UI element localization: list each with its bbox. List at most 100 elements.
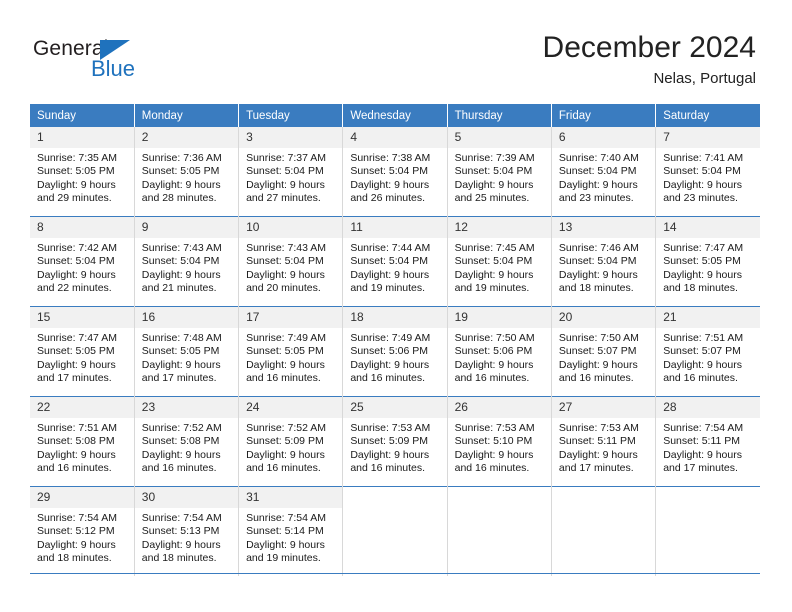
calendar-day-cell[interactable]: 4 Sunrise: 7:38 AM Sunset: 5:04 PM Daylight… [342, 127, 448, 217]
calendar-day-cell[interactable]: 21 Sunrise: 7:51 AM Sunset: 5:07 PM Dayligh… [655, 306, 760, 397]
sunset-text: Sunset: 5:09 PM [350, 435, 428, 448]
calendar-week-row: 22 Sunrise: 7:51 AM Sunset: 5:08 PM Dayligh… [30, 396, 760, 487]
calendar-day-cell[interactable]: 13 Sunrise: 7:46 AM Sunset: 5:04 PM Dayligh… [551, 216, 657, 307]
day-details: Sunrise: 7:47 AM Sunset: 5:05 PM Daylight:… [30, 328, 134, 385]
sunset-text: Sunset: 5:04 PM [350, 165, 428, 178]
calendar-day-cell-empty [551, 486, 657, 576]
daylight-text-line2: and 16 minutes. [246, 461, 321, 474]
calendar-day-cell[interactable]: 28 Sunrise: 7:54 AM Sunset: 5:11 PM Dayligh… [655, 396, 760, 487]
day-number: 6 [551, 127, 656, 148]
daylight-text-line2: and 18 minutes. [558, 281, 634, 294]
calendar-day-cell[interactable]: 11 Sunrise: 7:44 AM Sunset: 5:04 PM Dayligh… [342, 216, 448, 307]
daylight-text-line2: and 16 minutes. [350, 371, 426, 384]
calendar-day-cell[interactable]: 20 Sunrise: 7:50 AM Sunset: 5:07 PM Dayligh… [551, 306, 657, 397]
day-number: 22 [30, 397, 134, 418]
calendar-day-cell[interactable]: 15 Sunrise: 7:47 AM Sunset: 5:05 PM Dayligh… [30, 306, 135, 397]
calendar-day-cell[interactable]: 17 Sunrise: 7:49 AM Sunset: 5:05 PM Dayligh… [238, 306, 344, 397]
sunrise-text: Sunrise: 7:41 AM [663, 152, 744, 164]
calendar-day-cell[interactable]: 19 Sunrise: 7:50 AM Sunset: 5:06 PM Dayligh… [447, 306, 552, 397]
weekday-header-wednesday: Wednesday [342, 104, 448, 127]
day-number [343, 487, 447, 508]
calendar-day-cell[interactable]: 3 Sunrise: 7:37 AM Sunset: 5:04 PM Daylight… [238, 127, 344, 217]
daylight-text-line1: Daylight: 9 hours [246, 358, 325, 371]
daylight-text-line2: and 20 minutes. [246, 281, 321, 294]
daylight-text-line1: Daylight: 9 hours [663, 178, 742, 191]
calendar-day-cell[interactable]: 27 Sunrise: 7:53 AM Sunset: 5:11 PM Dayligh… [551, 396, 657, 487]
calendar-day-cell[interactable]: 14 Sunrise: 7:47 AM Sunset: 5:05 PM Dayligh… [655, 216, 760, 307]
calendar-day-cell[interactable]: 29 Sunrise: 7:54 AM Sunset: 5:12 PM Dayligh… [30, 486, 135, 576]
sunrise-text: Sunrise: 7:52 AM [246, 422, 327, 434]
calendar-day-cell[interactable]: 18 Sunrise: 7:49 AM Sunset: 5:06 PM Dayligh… [342, 306, 448, 397]
calendar-day-cell[interactable]: 26 Sunrise: 7:53 AM Sunset: 5:10 PM Dayligh… [447, 396, 552, 487]
sunset-text: Sunset: 5:05 PM [246, 345, 324, 358]
day-details: Sunrise: 7:51 AM Sunset: 5:08 PM Daylight:… [30, 418, 134, 475]
daylight-text-line1: Daylight: 9 hours [141, 448, 221, 461]
weekday-header-sunday: Sunday [30, 104, 135, 127]
calendar-day-cell[interactable]: 5 Sunrise: 7:39 AM Sunset: 5:04 PM Daylight… [447, 127, 552, 217]
daylight-text-line2: and 17 minutes. [663, 461, 738, 474]
daylight-text-line1: Daylight: 9 hours [454, 178, 534, 191]
sunset-text: Sunset: 5:08 PM [141, 435, 220, 448]
day-number: 28 [656, 397, 760, 418]
sunset-text: Sunset: 5:04 PM [350, 255, 428, 268]
calendar-day-cell[interactable]: 9 Sunrise: 7:43 AM Sunset: 5:04 PM Daylight… [134, 216, 240, 307]
general-blue-logo: General Blue [33, 37, 233, 85]
sunset-text: Sunset: 5:04 PM [246, 255, 324, 268]
daylight-text-line1: Daylight: 9 hours [454, 268, 534, 281]
sunrise-text: Sunrise: 7:43 AM [246, 242, 327, 254]
daylight-text-line2: and 17 minutes. [141, 371, 217, 384]
weekday-header-saturday: Saturday [655, 104, 760, 127]
day-number: 19 [447, 307, 551, 328]
daylight-text-line2: and 23 minutes. [558, 191, 634, 204]
calendar-day-cell[interactable]: 6 Sunrise: 7:40 AM Sunset: 5:04 PM Daylight… [551, 127, 657, 217]
day-details: Sunrise: 7:39 AM Sunset: 5:04 PM Daylight:… [448, 148, 551, 205]
day-number: 10 [239, 217, 343, 238]
day-details: Sunrise: 7:52 AM Sunset: 5:09 PM Daylight:… [239, 418, 342, 475]
daylight-text-line1: Daylight: 9 hours [37, 538, 116, 551]
sunrise-text: Sunrise: 7:53 AM [454, 422, 535, 434]
daylight-text-line1: Daylight: 9 hours [558, 268, 638, 281]
sunrise-text: Sunrise: 7:51 AM [663, 332, 744, 344]
sunset-text: Sunset: 5:04 PM [37, 255, 115, 268]
daylight-text-line1: Daylight: 9 hours [246, 178, 325, 191]
day-details: Sunrise: 7:38 AM Sunset: 5:04 PM Daylight:… [343, 148, 446, 205]
sunrise-text: Sunrise: 7:40 AM [558, 152, 639, 164]
sunrise-text: Sunrise: 7:47 AM [663, 242, 744, 254]
daylight-text-line2: and 16 minutes. [663, 371, 738, 384]
logo-text-blue: Blue [91, 56, 136, 81]
day-number: 5 [447, 127, 551, 148]
sunset-text: Sunset: 5:07 PM [663, 345, 741, 358]
day-number [656, 487, 760, 508]
calendar-day-cell[interactable]: 2 Sunrise: 7:36 AM Sunset: 5:05 PM Daylight… [134, 127, 240, 217]
daylight-text-line1: Daylight: 9 hours [246, 268, 325, 281]
calendar-day-cell[interactable]: 7 Sunrise: 7:41 AM Sunset: 5:04 PM Daylight… [655, 127, 760, 217]
day-details: Sunrise: 7:54 AM Sunset: 5:11 PM Daylight:… [656, 418, 760, 475]
calendar-day-cell[interactable]: 25 Sunrise: 7:53 AM Sunset: 5:09 PM Dayligh… [342, 396, 448, 487]
calendar-day-cell[interactable]: 12 Sunrise: 7:45 AM Sunset: 5:04 PM Dayligh… [447, 216, 552, 307]
calendar-day-cell[interactable]: 22 Sunrise: 7:51 AM Sunset: 5:08 PM Dayligh… [30, 396, 135, 487]
day-details: Sunrise: 7:41 AM Sunset: 5:04 PM Daylight:… [656, 148, 760, 205]
calendar-day-cell[interactable]: 10 Sunrise: 7:43 AM Sunset: 5:04 PM Dayligh… [238, 216, 344, 307]
sunrise-text: Sunrise: 7:49 AM [350, 332, 431, 344]
day-details: Sunrise: 7:49 AM Sunset: 5:06 PM Daylight:… [343, 328, 446, 385]
sunrise-text: Sunrise: 7:45 AM [454, 242, 535, 254]
sunrise-text: Sunrise: 7:39 AM [454, 152, 535, 164]
calendar-week-row: 1 Sunrise: 7:35 AM Sunset: 5:05 PM Daylight… [30, 127, 760, 217]
calendar-day-cell[interactable]: 1 Sunrise: 7:35 AM Sunset: 5:05 PM Daylight… [30, 127, 135, 217]
calendar-day-cell[interactable]: 16 Sunrise: 7:48 AM Sunset: 5:05 PM Dayligh… [134, 306, 240, 397]
daylight-text-line1: Daylight: 9 hours [141, 538, 221, 551]
daylight-text-line2: and 18 minutes. [37, 551, 112, 564]
sunset-text: Sunset: 5:11 PM [663, 435, 741, 448]
daylight-text-line2: and 16 minutes. [37, 461, 112, 474]
calendar-day-cell[interactable]: 30 Sunrise: 7:54 AM Sunset: 5:13 PM Dayligh… [134, 486, 240, 576]
calendar-day-cell[interactable]: 23 Sunrise: 7:52 AM Sunset: 5:08 PM Dayligh… [134, 396, 240, 487]
calendar-table: Sunday Monday Tuesday Wednesday Thursday… [30, 104, 760, 576]
calendar-day-cell[interactable]: 31 Sunrise: 7:54 AM Sunset: 5:14 PM Dayligh… [238, 486, 344, 576]
daylight-text-line2: and 17 minutes. [37, 371, 112, 384]
day-number: 13 [551, 217, 656, 238]
sunrise-text: Sunrise: 7:36 AM [141, 152, 222, 164]
day-details: Sunrise: 7:53 AM Sunset: 5:10 PM Daylight:… [448, 418, 551, 475]
sunset-text: Sunset: 5:04 PM [558, 255, 637, 268]
calendar-day-cell[interactable]: 8 Sunrise: 7:42 AM Sunset: 5:04 PM Daylight… [30, 216, 135, 307]
calendar-day-cell[interactable]: 24 Sunrise: 7:52 AM Sunset: 5:09 PM Dayligh… [238, 396, 344, 487]
